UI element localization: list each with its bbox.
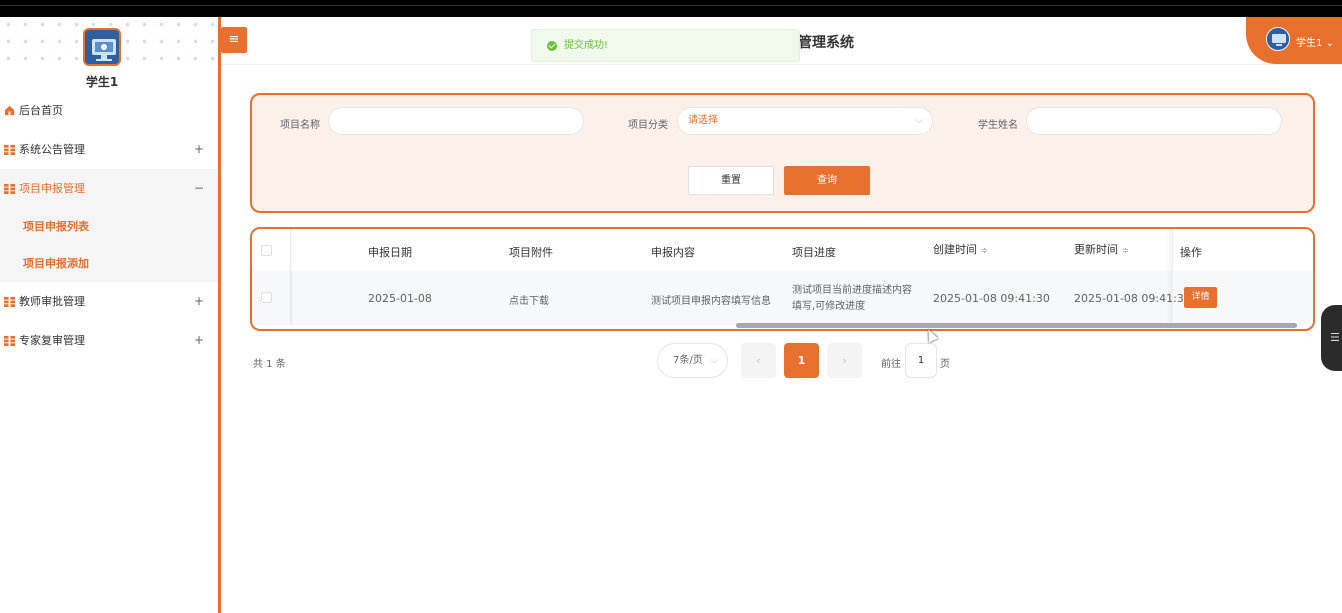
user-menu-name: 学生1 ⌄ bbox=[1296, 38, 1334, 49]
toast-message: 提交成功! bbox=[564, 40, 609, 51]
list-icon: ☰ bbox=[1330, 331, 1340, 344]
sidebar-divider bbox=[218, 17, 221, 613]
select-all-checkbox[interactable] bbox=[261, 245, 272, 256]
home-icon bbox=[4, 105, 15, 116]
category-label: 项目分类 bbox=[628, 120, 668, 131]
goto-label: 前往 bbox=[881, 359, 901, 370]
fixed-column-shadow bbox=[290, 229, 293, 325]
sidebar-subitem-project-add[interactable]: 项目申报添加 bbox=[0, 245, 218, 282]
grid-icon bbox=[4, 144, 15, 155]
fixed-actions-column bbox=[1172, 229, 1313, 325]
col-header-date: 申报日期 bbox=[368, 246, 412, 259]
grid-icon bbox=[4, 296, 15, 307]
search-panel: 项目名称 项目分类 请选择 ⌵ 学生姓名 重置 查询 bbox=[250, 93, 1315, 213]
reset-button[interactable]: 重置 bbox=[688, 166, 774, 195]
detail-button[interactable]: 详情 bbox=[1184, 287, 1217, 308]
goto-page-input[interactable]: 1 bbox=[905, 343, 937, 378]
total-count: 共 1 条 bbox=[253, 359, 286, 370]
cell-date: 2025-01-08 bbox=[368, 292, 432, 305]
table-row: 2025-01-08 点击下载 测试项目申报内容填写信息 测试项目当前进度描述内… bbox=[252, 271, 1313, 325]
success-toast: 提交成功! bbox=[531, 29, 800, 62]
chevron-down-icon: ⌵ bbox=[710, 355, 718, 366]
student-name-input[interactable] bbox=[1026, 107, 1282, 135]
sidebar-item-expert-review[interactable]: 专家复审管理 + bbox=[0, 321, 218, 360]
hamburger-menu-button[interactable]: ≡ bbox=[221, 27, 247, 53]
sidebar-item-label: 后台首页 bbox=[19, 104, 63, 117]
cell-created: 2025-01-08 09:41:30 bbox=[933, 292, 1050, 305]
grid-icon bbox=[4, 183, 15, 194]
page-number-current[interactable]: 1 bbox=[784, 343, 819, 378]
page-title: 管理系统 bbox=[798, 35, 854, 51]
expand-icon: + bbox=[193, 142, 204, 156]
sidebar-item-announcements[interactable]: 系统公告管理 + bbox=[0, 130, 218, 169]
next-page-button[interactable]: › bbox=[827, 343, 862, 378]
page-size-select[interactable]: 7条/页 ⌵ bbox=[657, 343, 728, 378]
category-select[interactable]: 请选择 ⌵ bbox=[677, 107, 933, 135]
page-suffix: 页 bbox=[940, 359, 950, 370]
sidebar-subitem-project-list[interactable]: 项目申报列表 bbox=[0, 208, 218, 245]
sidebar-item-label: 系统公告管理 bbox=[19, 143, 85, 156]
sort-icon[interactable]: ≑ bbox=[981, 246, 988, 255]
row-checkbox[interactable] bbox=[261, 292, 272, 303]
sort-icon[interactable]: ≑ bbox=[1122, 246, 1129, 255]
avatar bbox=[83, 28, 121, 66]
cell-content: 测试项目申报内容填写信息 bbox=[651, 296, 771, 307]
floating-side-panel-toggle[interactable]: ☰ bbox=[1321, 305, 1342, 371]
expand-icon: + bbox=[193, 333, 204, 347]
browser-top-bar bbox=[0, 0, 1342, 17]
col-header-attachment: 项目附件 bbox=[509, 246, 553, 259]
query-button[interactable]: 查询 bbox=[784, 166, 870, 195]
sidebar: 学生1 后台首页 系统公告管理 + 项目申报管理 − 项目申报列表 项目申报添加… bbox=[0, 17, 218, 613]
project-name-input[interactable] bbox=[328, 107, 584, 135]
chevron-down-icon: ⌵ bbox=[915, 115, 923, 126]
sidebar-item-label: 专家复审管理 bbox=[19, 334, 85, 347]
expand-icon: + bbox=[193, 294, 204, 308]
sidebar-item-dashboard[interactable]: 后台首页 bbox=[0, 91, 218, 130]
category-select-placeholder: 请选择 bbox=[688, 115, 718, 126]
project-name-label: 项目名称 bbox=[280, 120, 320, 131]
sidebar-item-label: 教师审批管理 bbox=[19, 295, 85, 308]
horizontal-scrollbar[interactable] bbox=[736, 323, 1297, 328]
cell-progress: 测试项目当前进度描述内容 填写,可修改进度 bbox=[792, 285, 912, 312]
user-menu[interactable]: 学生1 ⌄ bbox=[1246, 17, 1342, 64]
chevron-down-icon: ⌄ bbox=[1325, 38, 1334, 49]
grid-icon bbox=[4, 335, 15, 346]
table-header: 申报日期 项目附件 申报内容 项目进度 创建时间 ≑ 更新时间 ≑ 操作 bbox=[252, 229, 1313, 271]
check-circle-icon bbox=[547, 41, 557, 51]
sidebar-item-label: 项目申报管理 bbox=[19, 182, 85, 195]
sidebar-item-teacher-approval[interactable]: 教师审批管理 + bbox=[0, 282, 218, 321]
student-name-label: 学生姓名 bbox=[978, 120, 1018, 131]
sidebar-item-project-application[interactable]: 项目申报管理 − bbox=[0, 169, 218, 208]
col-header-content: 申报内容 bbox=[651, 246, 695, 259]
collapse-icon: − bbox=[193, 181, 204, 195]
col-header-created[interactable]: 创建时间 ≑ bbox=[933, 241, 988, 257]
sidebar-user-name: 学生1 bbox=[85, 75, 119, 89]
user-avatar-icon bbox=[1266, 27, 1290, 51]
data-table: 申报日期 项目附件 申报内容 项目进度 创建时间 ≑ 更新时间 ≑ 操作 2025-… bbox=[250, 227, 1315, 331]
sidebar-menu: 后台首页 系统公告管理 + 项目申报管理 − 项目申报列表 项目申报添加 教师审… bbox=[0, 91, 218, 360]
col-header-updated[interactable]: 更新时间 ≑ bbox=[1074, 241, 1129, 257]
download-link[interactable]: 点击下载 bbox=[509, 292, 549, 307]
col-header-progress: 项目进度 bbox=[792, 246, 836, 259]
prev-page-button[interactable]: ‹ bbox=[741, 343, 776, 378]
